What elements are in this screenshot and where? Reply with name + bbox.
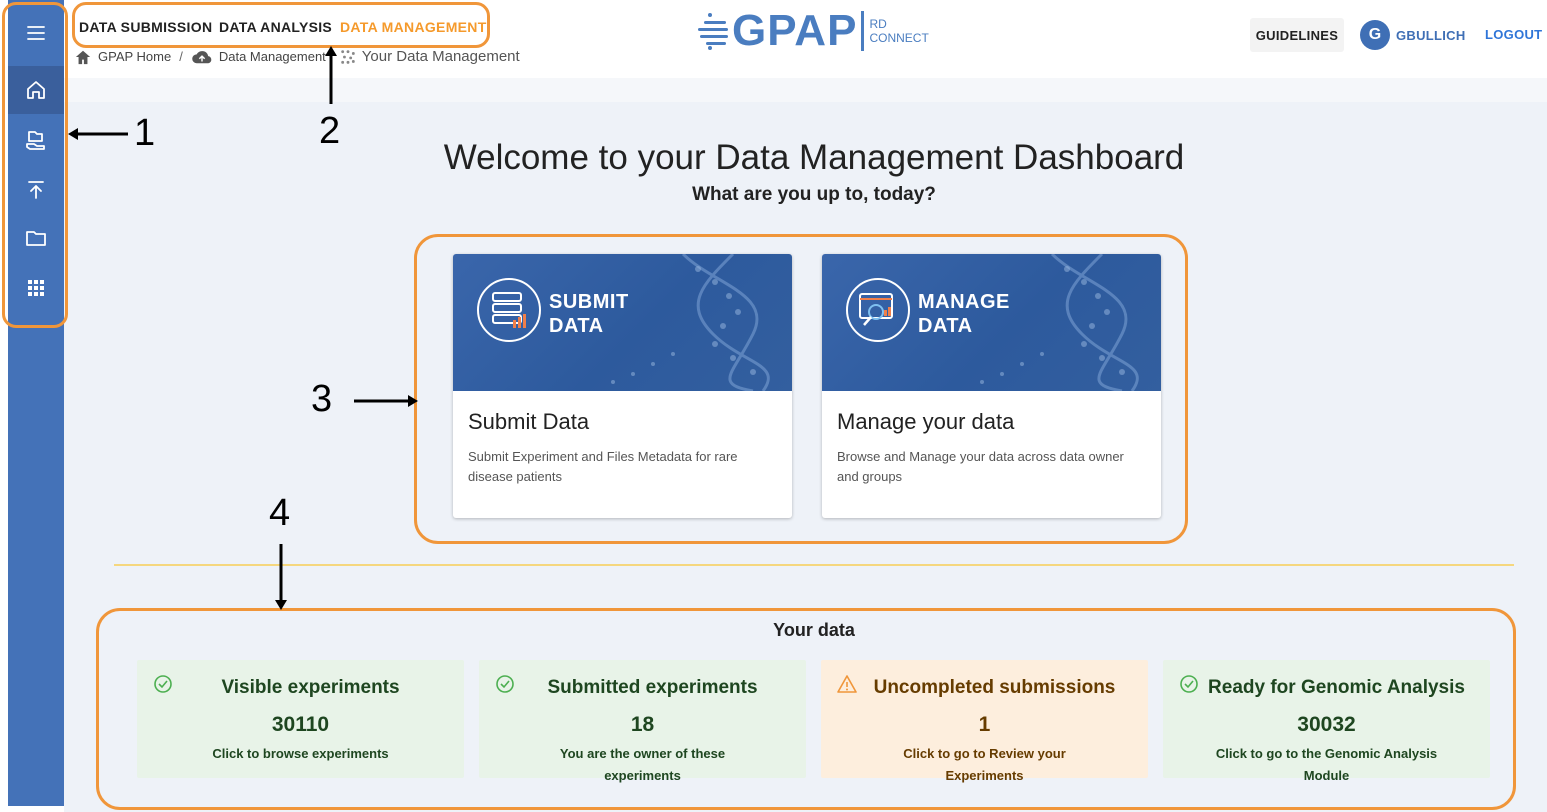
arrow-down-icon xyxy=(275,544,287,610)
guidelines-button[interactable]: GUIDELINES xyxy=(1250,18,1344,52)
breadcrumb-data-management[interactable]: Data Management xyxy=(191,49,326,65)
breadcrumb-separator: / xyxy=(179,49,183,64)
logo-lines-icon xyxy=(698,13,728,50)
annotation-label-3: 3 xyxy=(311,378,333,420)
logo-subtext-line1: RD xyxy=(869,17,887,31)
annotation-label-1: 1 xyxy=(134,112,156,154)
section-divider xyxy=(114,564,1514,566)
annotation-box-4 xyxy=(96,608,1516,810)
annotation-label-4: 4 xyxy=(269,492,291,534)
breadcrumb-current-label: Your Data Management xyxy=(361,48,520,65)
annotation-box-2 xyxy=(72,2,490,48)
arrow-up-icon xyxy=(325,46,337,104)
user-name: GBULLICH xyxy=(1396,27,1466,43)
home-icon xyxy=(75,50,91,64)
scatter-dots-icon xyxy=(341,49,355,64)
breadcrumb-home[interactable]: GPAP Home xyxy=(74,49,171,65)
annotation-box-1 xyxy=(2,2,68,328)
logo-subtext-line2: CONNECT xyxy=(869,31,929,45)
avatar: G xyxy=(1360,20,1390,50)
arrow-right-icon xyxy=(354,395,418,407)
logout-button[interactable]: LOGOUT xyxy=(1485,27,1542,42)
breadcrumb-data-management-label: Data Management xyxy=(218,49,326,64)
gpap-logo[interactable]: GPAP RD CONNECT xyxy=(696,6,929,56)
logo-divider xyxy=(861,11,865,51)
cloud-upload-icon xyxy=(192,50,212,63)
page-subtitle: What are you up to, today? xyxy=(692,184,936,205)
breadcrumb-current: Your Data Management xyxy=(340,48,520,65)
logo-subtext: RD CONNECT xyxy=(869,17,928,45)
annotation-label-2: 2 xyxy=(319,110,341,152)
arrow-left-icon xyxy=(68,128,128,140)
user-menu[interactable]: G GBULLICH xyxy=(1360,20,1466,50)
main-top-strip xyxy=(64,78,1547,102)
breadcrumb: GPAP Home / Data Management Your Data Ma… xyxy=(74,48,520,65)
breadcrumb-home-label: GPAP Home xyxy=(98,49,172,64)
page-title: Welcome to your Data Management Dashboar… xyxy=(443,138,1185,177)
logo-text: GPAP xyxy=(732,6,858,55)
annotation-box-3 xyxy=(414,234,1188,544)
